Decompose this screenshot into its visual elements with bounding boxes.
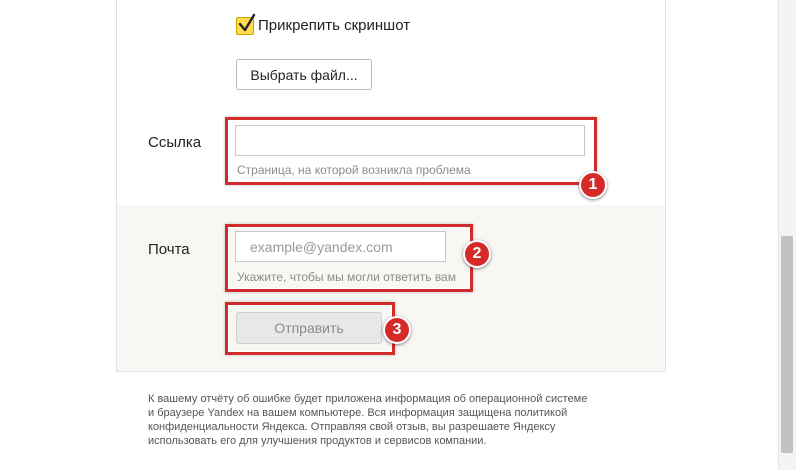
- privacy-notice-line: и браузере Yandex на вашем компьютере. В…: [148, 407, 568, 419]
- right-margin: [665, 0, 778, 470]
- checkmark-icon: [238, 13, 256, 32]
- highlight-box-3: [225, 302, 395, 355]
- attach-screenshot-label[interactable]: Прикрепить скриншот: [258, 17, 410, 34]
- choose-file-button[interactable]: Выбрать файл...: [236, 59, 372, 90]
- privacy-notice: К вашему отчёту об ошибке будет приложен…: [148, 392, 598, 448]
- highlight-box-1: [225, 117, 597, 185]
- step-badge-3: 3: [383, 316, 411, 344]
- left-margin: [0, 0, 116, 470]
- email-label: Почта: [148, 241, 190, 258]
- step-badge-2: 2: [463, 240, 491, 268]
- link-label: Ссылка: [148, 134, 202, 151]
- privacy-notice-line: К вашему отчёту об ошибке будет приложен…: [148, 393, 588, 405]
- highlight-box-2: [225, 224, 473, 292]
- step-badge-1: 1: [579, 171, 607, 199]
- privacy-notice-line: использовать его для улучшения продуктов…: [148, 435, 487, 447]
- scrollbar-thumb[interactable]: [781, 236, 793, 453]
- attach-screenshot-checkbox[interactable]: [236, 13, 256, 35]
- privacy-notice-line: конфиденциальности Яндекса. Отправляя св…: [148, 421, 556, 433]
